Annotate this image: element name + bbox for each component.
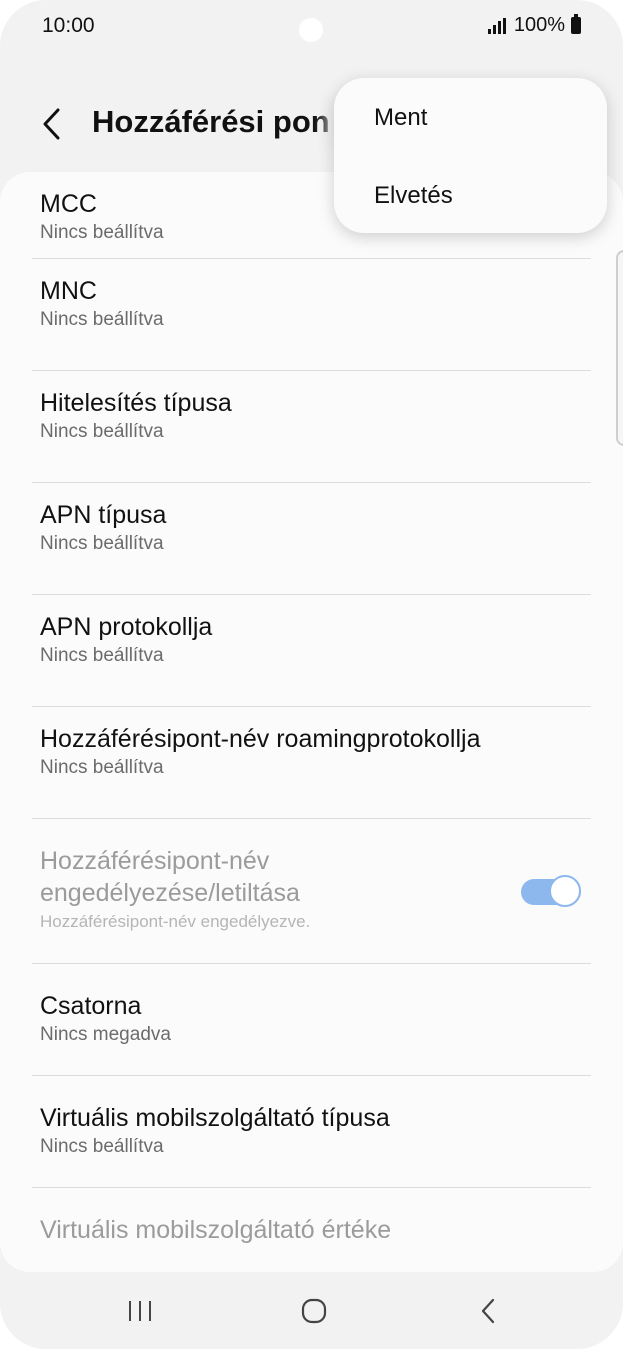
battery-icon [571,14,581,34]
setting-apn-protocol[interactable]: APN protokollja Nincs beállítva [32,595,591,707]
setting-title-line2: engedélyezése/letiltása [40,879,300,907]
chevron-left-icon [43,108,60,140]
status-bar: 10:00 100% [0,0,623,56]
signal-icon [487,17,506,34]
home-icon [301,1298,327,1324]
setting-value: Nincs beállítva [40,645,164,666]
setting-title: Virtuális mobilszolgáltató értéke [40,1216,392,1244]
back-nav-button[interactable] [468,1294,508,1328]
phone-screen: 10:00 100% Hozzáférési pon MCC Nincs beá… [0,0,623,1349]
setting-value: Nincs megadva [40,1024,171,1045]
battery-percent: 100% [513,14,565,36]
settings-list: MCC Nincs beállítva MNC Nincs beállítva … [0,172,623,1272]
setting-title: Hozzáférésipont-név roamingprotokollja [40,725,481,753]
setting-mvno-type[interactable]: Virtuális mobilszolgáltató típusa Nincs … [32,1076,591,1188]
setting-apn-type[interactable]: APN típusa Nincs beállítva [32,483,591,595]
setting-title: APN protokollja [40,613,213,641]
page-title: Hozzáférési pon [92,104,330,139]
recent-apps-icon [129,1301,151,1321]
setting-apn-enable[interactable]: Hozzáférésipont-név engedélyezése/letilt… [32,819,591,964]
toggle-knob [549,875,581,907]
scrollbar[interactable] [616,250,623,446]
setting-value: Nincs beállítva [40,421,164,442]
recent-apps-button[interactable] [120,1294,160,1328]
setting-value: Nincs beállítva [40,533,164,554]
setting-value: Nincs beállítva [40,757,164,778]
setting-title: Virtuális mobilszolgáltató típusa [40,1104,390,1132]
setting-channel[interactable]: Csatorna Nincs megadva [32,964,591,1076]
setting-value: Nincs beállítva [40,1136,164,1157]
menu-item-discard[interactable]: Elvetés [374,182,453,210]
status-icons: 100% [487,14,581,37]
setting-mnc[interactable]: MNC Nincs beállítva [32,259,591,371]
back-button[interactable] [28,100,76,148]
overflow-menu: Ment Elvetés [334,78,607,233]
home-button[interactable] [294,1294,334,1328]
setting-value: Nincs beállítva [40,309,164,330]
setting-title: Csatorna [40,992,142,1020]
apn-enable-toggle[interactable] [521,875,581,909]
setting-title-line1: Hozzáférésipont-név [40,847,270,875]
navigation-bar [0,1272,623,1349]
front-camera [299,18,323,42]
setting-title: Hitelesítés típusa [40,389,232,417]
setting-title: MNC [40,277,97,305]
setting-title: APN típusa [40,501,167,529]
back-nav-icon [481,1298,495,1324]
setting-auth-type[interactable]: Hitelesítés típusa Nincs beállítva [32,371,591,483]
menu-item-save[interactable]: Ment [374,104,427,132]
setting-roaming-protocol[interactable]: Hozzáférésipont-név roamingprotokollja N… [32,707,591,819]
setting-value: Hozzáférésipont-név engedélyezve. [40,912,311,931]
setting-mvno-value[interactable]: Virtuális mobilszolgáltató értéke [32,1188,591,1272]
status-time: 10:00 [42,14,95,37]
